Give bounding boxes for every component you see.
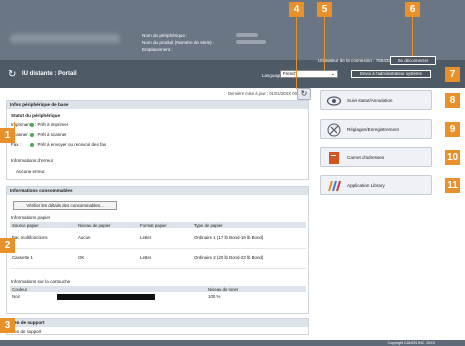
- consumables-panel: Informations consommables Vérifier les d…: [6, 186, 309, 314]
- device-status-title: Statut du périphérique: [11, 113, 61, 118]
- status-value: Prêt à imprimer: [37, 122, 69, 127]
- side-menu-address-book[interactable]: Carnet d'adresses: [320, 147, 432, 167]
- logout-button[interactable]: Se déconnecter: [390, 56, 436, 65]
- product-name-label: Nom du produit (Numéro de série) :: [142, 40, 215, 45]
- cartridge-table: Couleur Niveau de toner Noir 100 %: [10, 286, 306, 302]
- device-info: Nom du périphérique : Nom du produit (Nu…: [142, 32, 214, 53]
- device-name-label: Nom du périphérique :: [142, 33, 188, 38]
- language-value: French: [283, 71, 297, 76]
- callout-line: [412, 15, 413, 56]
- chevron-down-icon: ⌄: [330, 71, 335, 77]
- callout-2: 2: [0, 238, 15, 253]
- fax-status-row: Fax : Prêt à envoyer ou recevoir des fax: [11, 142, 106, 147]
- device-info-bar: [0, 0, 465, 60]
- location-label: Emplacement :: [142, 47, 173, 52]
- footer: Copyright CANON INC. 20XX: [0, 340, 465, 346]
- callout-11: 11: [445, 178, 460, 193]
- callout-5: 5: [317, 2, 332, 17]
- callout-8: 8: [445, 93, 460, 108]
- status-ok-icon: [30, 132, 35, 137]
- side-menu-label: Réglages/Enregistrement: [347, 127, 399, 132]
- toner-level-bar: [57, 294, 156, 300]
- paper-type: Ordinaire 2 (20 lb Bond-23 lb Bond): [192, 248, 306, 269]
- copyright: Copyright CANON INC. 20XX: [387, 341, 435, 345]
- panel-title: Lien de support: [7, 319, 308, 327]
- blurred-device-title: [10, 34, 120, 43]
- cartridge-info-title: Informations sur la cartouche: [11, 279, 71, 284]
- login-user: Utilisateur de la connexion : 765432: [318, 58, 392, 63]
- table-row: Cassette 1 OK Letter Ordinaire 2 (20 lb …: [10, 248, 306, 269]
- scanner-status-row: Scanner : Prêt à scanner: [11, 132, 67, 137]
- remote-ui-logo-icon: ↻: [8, 69, 17, 80]
- table-row: Noir 100 %: [10, 292, 306, 302]
- callout-7: 7: [445, 67, 460, 82]
- side-menu-label: Application Library: [347, 183, 385, 188]
- status-ok-icon: [30, 122, 35, 127]
- side-menu-status-monitor[interactable]: Suivi statut/Annulation: [320, 90, 432, 110]
- callout-4: 4: [289, 2, 304, 17]
- refresh-icon[interactable]: ↻: [297, 88, 311, 100]
- side-menu-settings[interactable]: Réglages/Enregistrement: [320, 119, 432, 139]
- status-monitor-icon: [327, 96, 341, 106]
- status-value: Prêt à scanner: [37, 132, 67, 137]
- paper-level: OK: [76, 248, 138, 269]
- status-value: Prêt à envoyer ou recevoir des fax: [37, 142, 107, 147]
- error-info-value: Aucune erreur.: [16, 169, 46, 174]
- panel-title: Informations consommables: [7, 187, 308, 195]
- callout-10: 10: [445, 150, 460, 165]
- basic-device-info-panel: Infos périphérique de base Statut du pér…: [6, 100, 309, 180]
- language-select[interactable]: French ⌄: [280, 70, 338, 78]
- portal-title: IU distante : Portail: [22, 71, 77, 77]
- error-info-title: Informations d'erreur: [11, 158, 54, 163]
- support-link-panel: Lien de support Lien de support: [6, 318, 309, 335]
- callout-line: [296, 15, 297, 89]
- paper-info-title: Informations papier: [11, 215, 51, 220]
- cartridge-color: Noir: [12, 294, 21, 300]
- callout-9: 9: [445, 122, 460, 137]
- table-row: Bac multifonctions Aucun Letter Ordinair…: [10, 228, 306, 249]
- callout-3: 3: [0, 318, 15, 333]
- cartridge-row: Noir: [10, 292, 206, 302]
- callout-6: 6: [405, 2, 420, 17]
- printer-status-row: Imprimante : Prêt à imprimer: [11, 122, 68, 127]
- product-name-value-blurred: [236, 40, 266, 44]
- paper-format: Letter: [138, 248, 192, 269]
- side-menu-label: Suivi statut/Annulation: [347, 98, 393, 103]
- address-book-icon: [329, 152, 339, 164]
- paper-source: Bac multifonctions: [10, 228, 76, 249]
- check-consumables-button[interactable]: Vérifier les détails des consommables...: [13, 201, 117, 210]
- paper-type: Ordinaire 1 (17 lb Bond-19 lb Bond): [192, 228, 306, 249]
- mail-to-admin-button[interactable]: Envoi à l'administrateur système: [351, 70, 431, 78]
- callout-1: 1: [0, 128, 15, 143]
- side-menu-label: Carnet d'adresses: [347, 155, 385, 160]
- settings-icon: [327, 123, 341, 137]
- callout-line: [324, 15, 325, 70]
- paper-table: Source papier Niveau de papier Format pa…: [10, 222, 306, 269]
- language-label: Language: [262, 73, 282, 78]
- toner-level-value: 100 %: [208, 294, 221, 300]
- panel-title: Infos périphérique de base: [7, 101, 308, 109]
- side-menu-application-library[interactable]: Application Library: [320, 175, 432, 195]
- paper-level: Aucun: [76, 228, 138, 249]
- support-link[interactable]: Lien de support: [11, 329, 41, 334]
- paper-format: Letter: [138, 228, 192, 249]
- device-name-value-blurred: [236, 33, 258, 37]
- paper-source: Cassette 1: [10, 248, 76, 269]
- application-library-icon: [328, 180, 341, 192]
- status-ok-icon: [30, 142, 35, 147]
